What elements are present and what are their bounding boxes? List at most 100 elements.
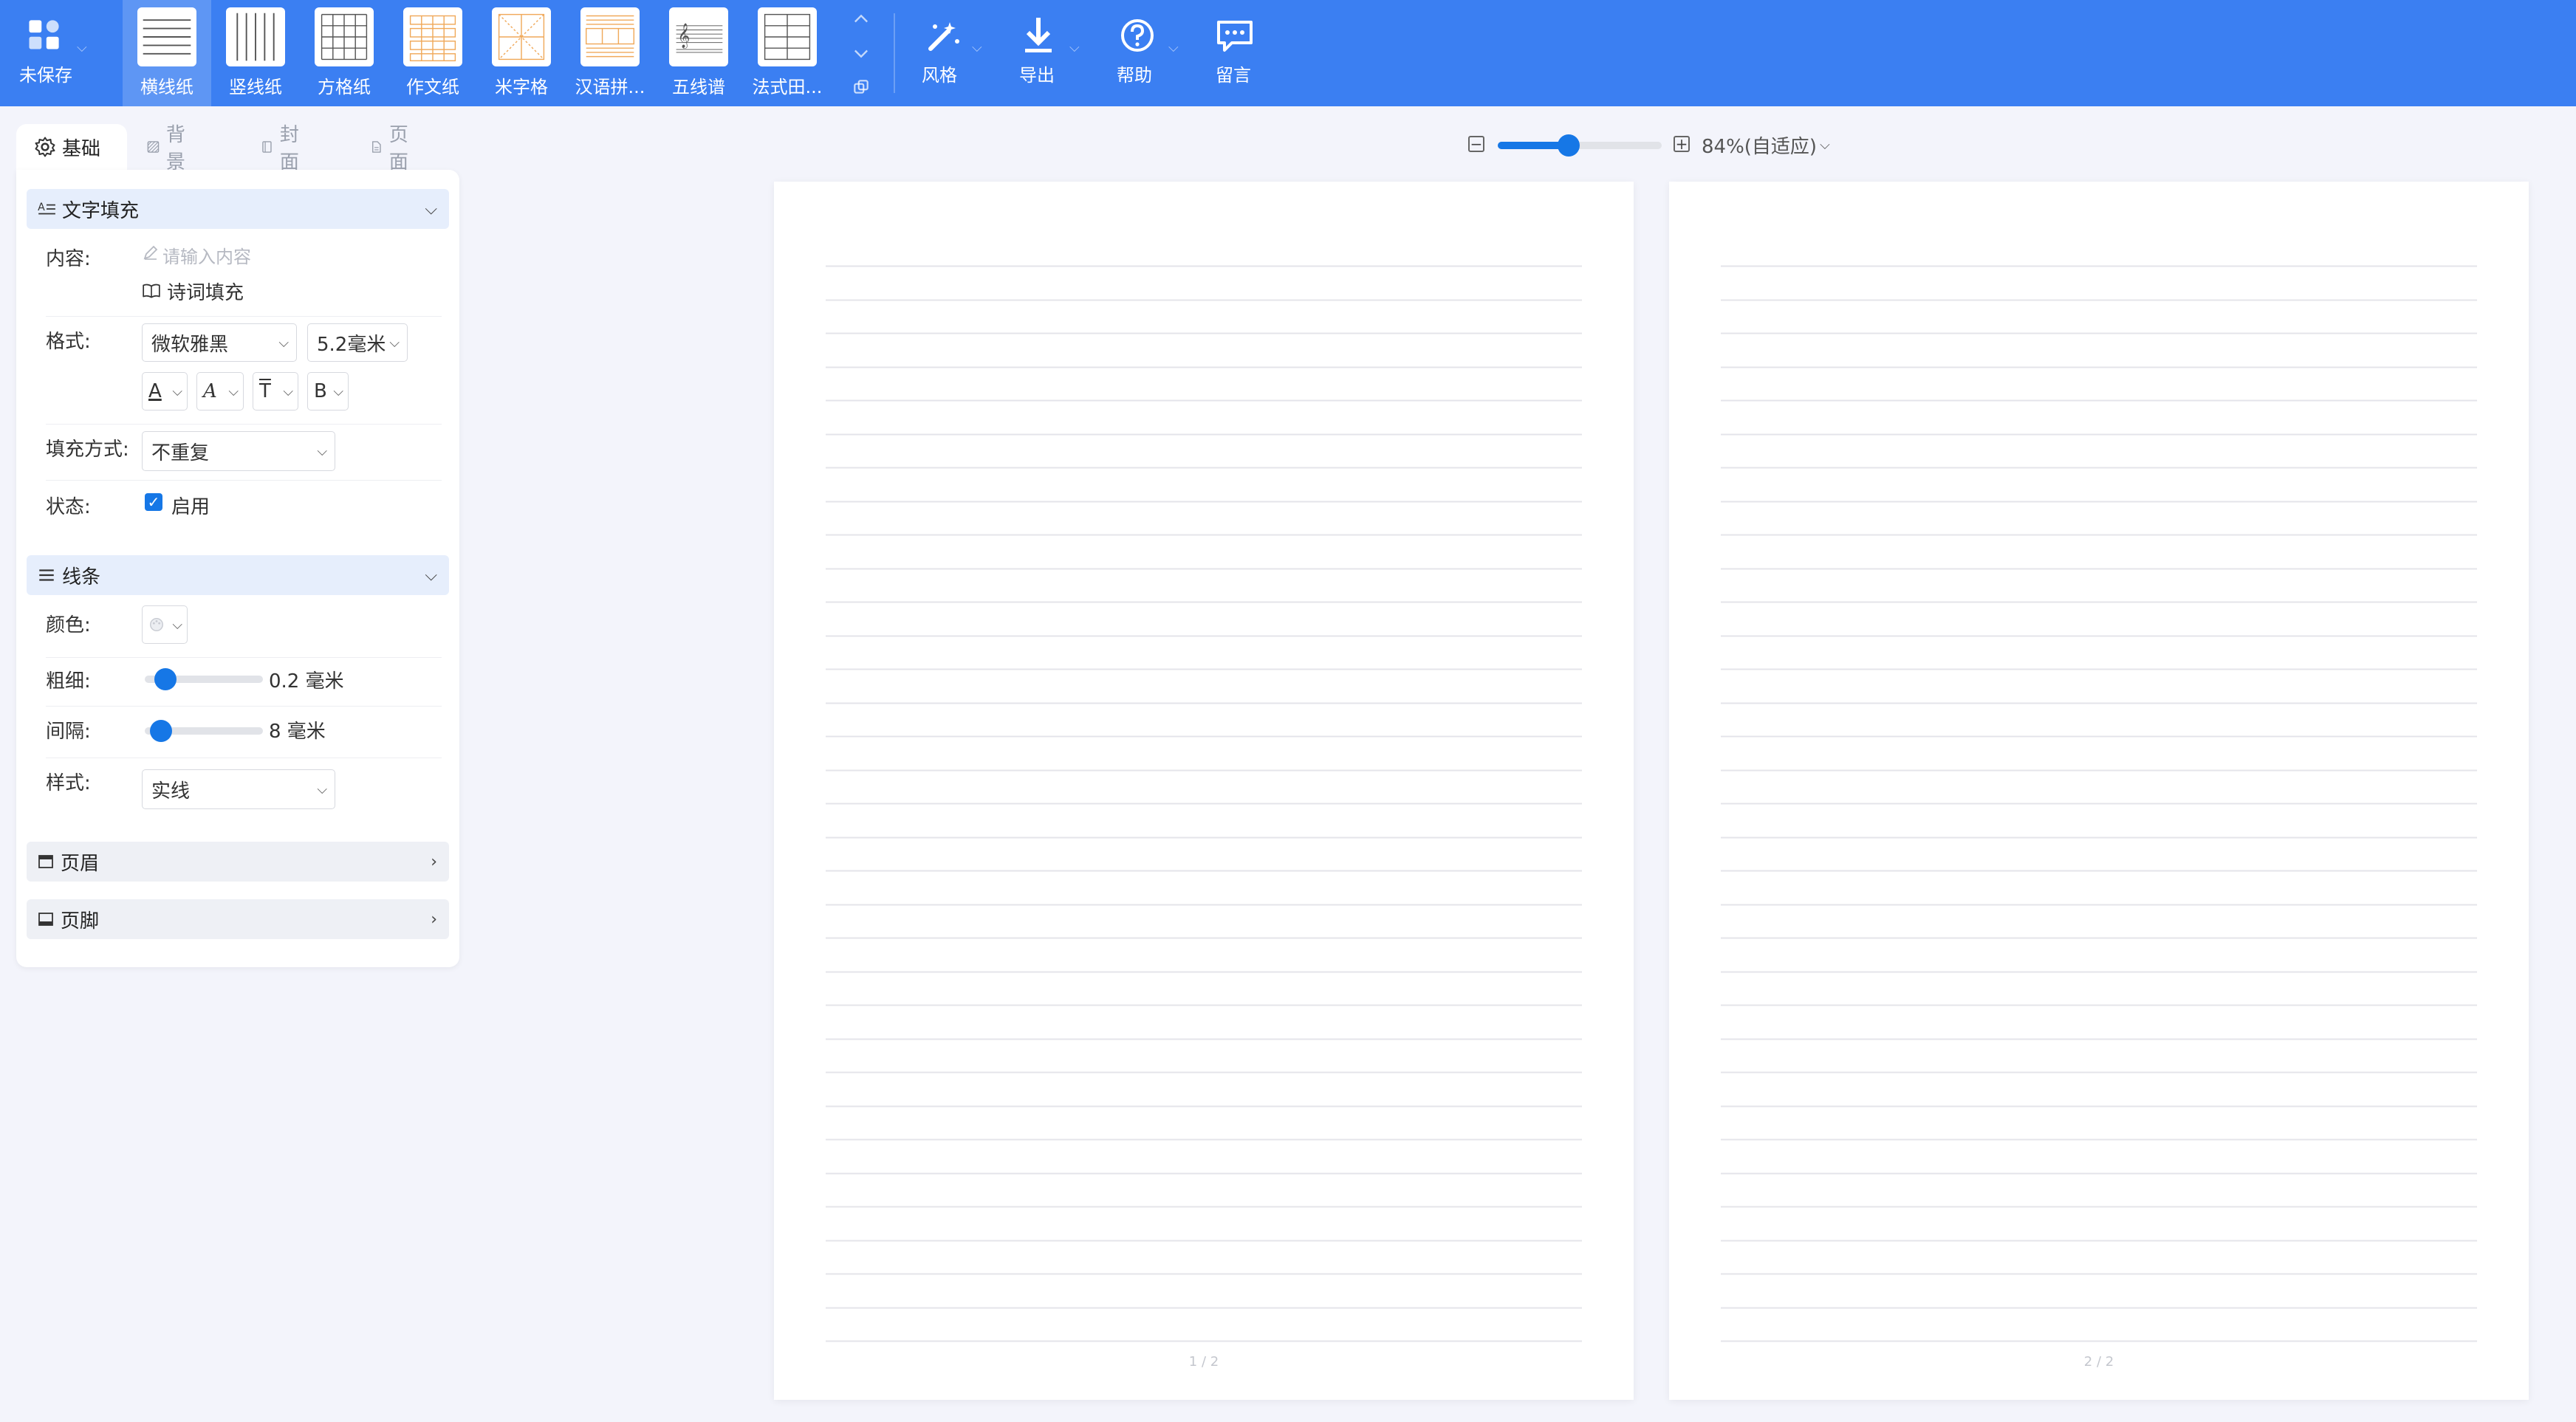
feedback-label: 留言	[1216, 65, 1251, 86]
paper-type-lined[interactable]: 横线纸	[123, 0, 211, 106]
pinyin-grid-icon	[580, 7, 640, 66]
help-button[interactable]: ⌵ 帮助	[1100, 0, 1189, 106]
vertical-lines-icon	[226, 7, 285, 66]
format-label: 格式:	[46, 331, 91, 353]
spacing-label: 间隔:	[46, 721, 91, 743]
font-family-value: 微软雅黑	[151, 333, 229, 356]
footer-section-header[interactable]: 页脚 ›	[27, 899, 449, 939]
paper-type-label: 横线纸	[140, 77, 193, 97]
chevron-down-icon: ⌵	[1820, 137, 1830, 153]
ruled-lines	[826, 265, 1582, 1342]
content-placeholder: 请输入内容	[162, 247, 251, 267]
zoom-control: − + 84%(自适应) ⌵	[1468, 131, 1837, 158]
slider-knob[interactable]	[150, 720, 172, 742]
slider-knob[interactable]	[154, 668, 177, 690]
text-align-button[interactable]: T ⌵	[253, 372, 298, 411]
paper-type-label: 竖线纸	[229, 77, 282, 97]
color-label: 颜色:	[46, 614, 91, 636]
font-style-letter: A	[203, 380, 217, 402]
shapes-icon	[29, 20, 59, 49]
tab-page[interactable]: 页面	[369, 124, 415, 174]
settings-panel: A 文字填充 ⌵ 内容: 请输入内容 诗词填充 格式: 微软雅黑 ⌵ 5.2毫米…	[16, 170, 459, 967]
line-style-value: 实线	[151, 780, 191, 803]
fill-mode-value: 不重复	[151, 442, 210, 464]
slider-knob[interactable]	[1558, 134, 1580, 157]
paper-type-vertical[interactable]: 竖线纸	[211, 0, 300, 106]
chevron-down-icon: ⌵	[228, 383, 239, 399]
tab-background[interactable]: 背景	[146, 124, 192, 174]
chevron-up-icon	[854, 14, 868, 23]
tab-basic[interactable]: 基础	[16, 124, 127, 170]
unsaved-status-button[interactable]: ⌵ 未保存	[0, 0, 111, 106]
font-color-button[interactable]: A ⌵	[142, 372, 188, 411]
tab-cover[interactable]: 封面	[260, 124, 306, 174]
paper-type-staff[interactable]: 𝄞 五线谱	[654, 0, 743, 106]
paper-type-pinyin[interactable]: 汉语拼...	[566, 0, 654, 106]
thickness-slider[interactable]	[145, 664, 263, 694]
content-label: 内容:	[46, 248, 91, 270]
poem-fill-label: 诗词填充	[167, 281, 244, 304]
content-input[interactable]: 请输入内容	[142, 239, 422, 269]
line-style-select[interactable]: 实线 ⌵	[142, 769, 335, 809]
paper-type-label: 五线谱	[672, 77, 725, 97]
enabled-checkbox[interactable]: ✓	[145, 493, 162, 511]
paper-type-grid[interactable]: 方格纸	[300, 0, 388, 106]
chevron-down-icon: ⌵	[172, 616, 182, 633]
divider	[46, 424, 442, 425]
paper-scroll-up-button[interactable]	[848, 6, 874, 32]
page-number: 2 / 2	[2083, 1354, 2114, 1370]
style-button[interactable]: ⌵ 风格	[905, 0, 994, 106]
open-book-icon	[143, 284, 160, 298]
thickness-value: 0.2 毫米	[269, 670, 344, 693]
help-icon	[1121, 19, 1154, 52]
font-style-button[interactable]: A ⌵	[196, 372, 244, 411]
export-label: 导出	[1019, 65, 1055, 86]
paper-type-label: 作文纸	[406, 77, 459, 97]
feedback-button[interactable]: 留言	[1198, 0, 1272, 106]
section-title: 页脚	[61, 910, 100, 932]
thickness-label: 粗细:	[46, 670, 91, 693]
divider	[46, 480, 442, 481]
paper-expand-button[interactable]	[848, 74, 874, 100]
paper-scroll-down-button[interactable]	[848, 40, 874, 66]
fill-mode-select[interactable]: 不重复 ⌵	[142, 431, 335, 471]
composition-grid-icon	[403, 7, 462, 66]
zoom-in-button[interactable]: +	[1674, 136, 1690, 152]
texture-icon	[147, 141, 160, 153]
poem-fill-button[interactable]: 诗词填充	[142, 276, 304, 306]
line-color-picker[interactable]: ⌵	[142, 605, 188, 644]
download-icon	[1025, 18, 1052, 52]
chevron-down-icon: ⌵	[425, 199, 437, 219]
chevron-down-icon	[854, 49, 868, 58]
text-fill-section-header[interactable]: A 文字填充 ⌵	[27, 189, 449, 229]
lines-section-header[interactable]: 线条 ⌵	[27, 555, 449, 595]
font-size-select[interactable]: 5.2毫米 ⌵	[307, 323, 408, 362]
unsaved-label: 未保存	[19, 65, 72, 86]
header-section-header[interactable]: 页眉 ›	[27, 842, 449, 882]
bold-letter: B	[314, 380, 327, 402]
page-header-icon	[38, 855, 53, 868]
top-toolbar: ⌵ 未保存 横线纸 竖线纸 方格纸 作文纸 米字格 汉语拼... 𝄞 五线谱 法…	[0, 0, 2576, 106]
tab-label: 背景	[165, 124, 185, 174]
fill-mode-label: 填充方式:	[46, 439, 129, 461]
help-label: 帮助	[1117, 65, 1152, 86]
font-family-select[interactable]: 微软雅黑 ⌵	[142, 323, 297, 362]
paper-type-french[interactable]: 法式田...	[743, 0, 832, 106]
section-title: 文字填充	[62, 199, 140, 222]
book-icon	[262, 141, 272, 153]
copy-icon	[854, 80, 869, 94]
zoom-level-dropdown[interactable]: 84%(自适应) ⌵	[1702, 131, 1830, 158]
chevron-down-icon: ⌵	[425, 566, 437, 585]
zoom-out-button[interactable]: −	[1468, 136, 1484, 152]
paper-type-mizige[interactable]: 米字格	[477, 0, 566, 106]
bold-button[interactable]: B ⌵	[307, 372, 349, 411]
grid-icon	[315, 7, 374, 66]
paper-type-label: 汉语拼...	[575, 77, 645, 97]
export-button[interactable]: ⌵ 导出	[1003, 0, 1092, 106]
paper-page: 1 / 2	[774, 182, 1634, 1400]
svg-text:𝄞: 𝄞	[678, 24, 691, 49]
spacing-slider[interactable]	[145, 716, 263, 746]
paper-type-composition[interactable]: 作文纸	[388, 0, 477, 106]
zoom-slider[interactable]	[1498, 131, 1662, 158]
chevron-down-icon: ⌵	[77, 40, 87, 55]
